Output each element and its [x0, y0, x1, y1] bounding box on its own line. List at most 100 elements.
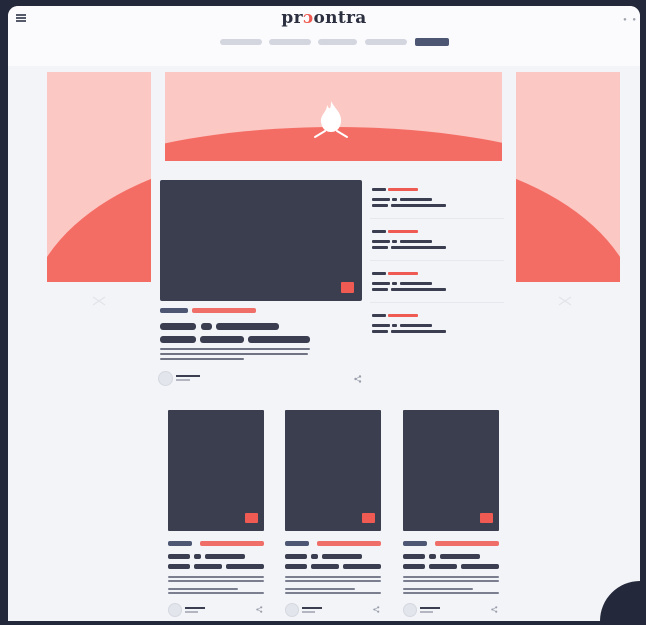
- feature-title-word[interactable]: [160, 336, 196, 343]
- avatar[interactable]: [158, 371, 173, 386]
- card-title-word[interactable]: [343, 564, 381, 569]
- card-title-word[interactable]: [226, 564, 264, 569]
- nav-item-1[interactable]: [220, 39, 262, 45]
- card-title-word[interactable]: [429, 554, 436, 559]
- logo-suffix: ontra: [313, 8, 367, 28]
- list-item[interactable]: [370, 180, 504, 219]
- feature-title-word[interactable]: [160, 323, 196, 330]
- share-icon[interactable]: [373, 606, 380, 613]
- card-title-word[interactable]: [168, 564, 190, 569]
- feature-category-tag[interactable]: [160, 308, 188, 313]
- card-title-word[interactable]: [168, 554, 190, 559]
- share-icon[interactable]: [256, 606, 263, 613]
- card-category-label: [317, 541, 381, 546]
- card-title-word[interactable]: [194, 564, 222, 569]
- card-title-word[interactable]: [403, 564, 425, 569]
- list-item[interactable]: [370, 306, 504, 344]
- card-title-word[interactable]: [461, 564, 499, 569]
- right-side-banner[interactable]: [516, 72, 620, 282]
- card-title-word[interactable]: [205, 554, 245, 559]
- avatar[interactable]: [168, 603, 182, 617]
- chevron-pair-icon: [92, 296, 106, 306]
- site-logo[interactable]: prɔontra: [8, 8, 640, 28]
- list-item-title-word: [400, 240, 432, 243]
- feature-image[interactable]: [160, 180, 362, 301]
- list-item-title-word: [391, 288, 446, 291]
- card-title-word[interactable]: [285, 564, 307, 569]
- list-item-title-word: [392, 282, 397, 285]
- card-excerpt-line: [168, 592, 264, 594]
- header: prɔontra ● ●: [8, 6, 640, 66]
- feature-title-word[interactable]: [201, 323, 212, 330]
- share-icon[interactable]: [491, 606, 498, 613]
- author-name[interactable]: [302, 607, 322, 609]
- card-image[interactable]: [168, 410, 264, 531]
- card-title-word[interactable]: [285, 554, 307, 559]
- card-excerpt-line: [168, 588, 238, 590]
- feature-title-word[interactable]: [216, 323, 279, 330]
- page-corner: [600, 581, 640, 621]
- feature-title-word[interactable]: [248, 336, 310, 343]
- list-item[interactable]: [370, 264, 504, 303]
- list-item-title-word: [372, 240, 390, 243]
- card-title-word[interactable]: [311, 564, 339, 569]
- author-name[interactable]: [185, 607, 205, 609]
- list-item-title-word: [391, 204, 446, 207]
- avatar[interactable]: [285, 603, 299, 617]
- feature-category-label: [192, 308, 256, 313]
- card-title-word[interactable]: [194, 554, 201, 559]
- card-image[interactable]: [285, 410, 381, 531]
- card-image[interactable]: [403, 410, 499, 531]
- author-date: [420, 611, 433, 613]
- list-item-tag: [388, 188, 418, 191]
- card-excerpt-line: [285, 580, 381, 582]
- author-date: [185, 611, 198, 613]
- feature-title-word[interactable]: [200, 336, 244, 343]
- card-category-label: [435, 541, 499, 546]
- list-item-title-word: [400, 324, 432, 327]
- card-title-word[interactable]: [322, 554, 362, 559]
- list-item-title-word: [392, 324, 397, 327]
- card-badge: [362, 513, 375, 523]
- hero-banner[interactable]: [165, 72, 502, 161]
- left-side-banner[interactable]: [47, 72, 151, 282]
- card-excerpt-line: [403, 588, 473, 590]
- card-title-word[interactable]: [429, 564, 457, 569]
- header-actions[interactable]: ● ●: [623, 17, 638, 23]
- list-item-category: [372, 272, 386, 275]
- article-card[interactable]: [285, 410, 381, 620]
- author-name[interactable]: [420, 607, 440, 609]
- list-item[interactable]: [370, 222, 504, 261]
- flame-icon: [314, 101, 348, 138]
- list-item-title-word: [372, 330, 388, 333]
- article-card[interactable]: [168, 410, 264, 620]
- nav-item-4[interactable]: [365, 39, 407, 45]
- page: prɔontra ● ●: [8, 6, 640, 621]
- author-name[interactable]: [176, 375, 200, 377]
- card-title-word[interactable]: [403, 554, 425, 559]
- card-category-tag[interactable]: [168, 541, 192, 546]
- nav-item-3[interactable]: [318, 39, 357, 45]
- feature-excerpt-line: [160, 353, 308, 355]
- list-item-title-word: [391, 330, 446, 333]
- nav-item-2[interactable]: [269, 39, 311, 45]
- card-category-tag[interactable]: [403, 541, 427, 546]
- chevron-pair-icon: [558, 296, 572, 306]
- list-item-category: [372, 230, 386, 233]
- card-title-word[interactable]: [440, 554, 480, 559]
- list-item-title-word: [372, 282, 390, 285]
- card-excerpt-line: [285, 576, 381, 578]
- card-category-tag[interactable]: [285, 541, 309, 546]
- feature-excerpt-line: [160, 348, 310, 350]
- card-excerpt-line: [403, 592, 499, 594]
- card-excerpt-line: [285, 588, 355, 590]
- article-card[interactable]: [403, 410, 499, 620]
- avatar[interactable]: [403, 603, 417, 617]
- list-item-title-word: [400, 282, 432, 285]
- list-item-title-word: [372, 324, 390, 327]
- card-title-word[interactable]: [311, 554, 318, 559]
- share-icon[interactable]: [354, 375, 362, 383]
- nav-item-5-active[interactable]: [415, 38, 449, 46]
- logo-accent: ɔ: [302, 8, 314, 28]
- feature-excerpt-line: [160, 358, 244, 360]
